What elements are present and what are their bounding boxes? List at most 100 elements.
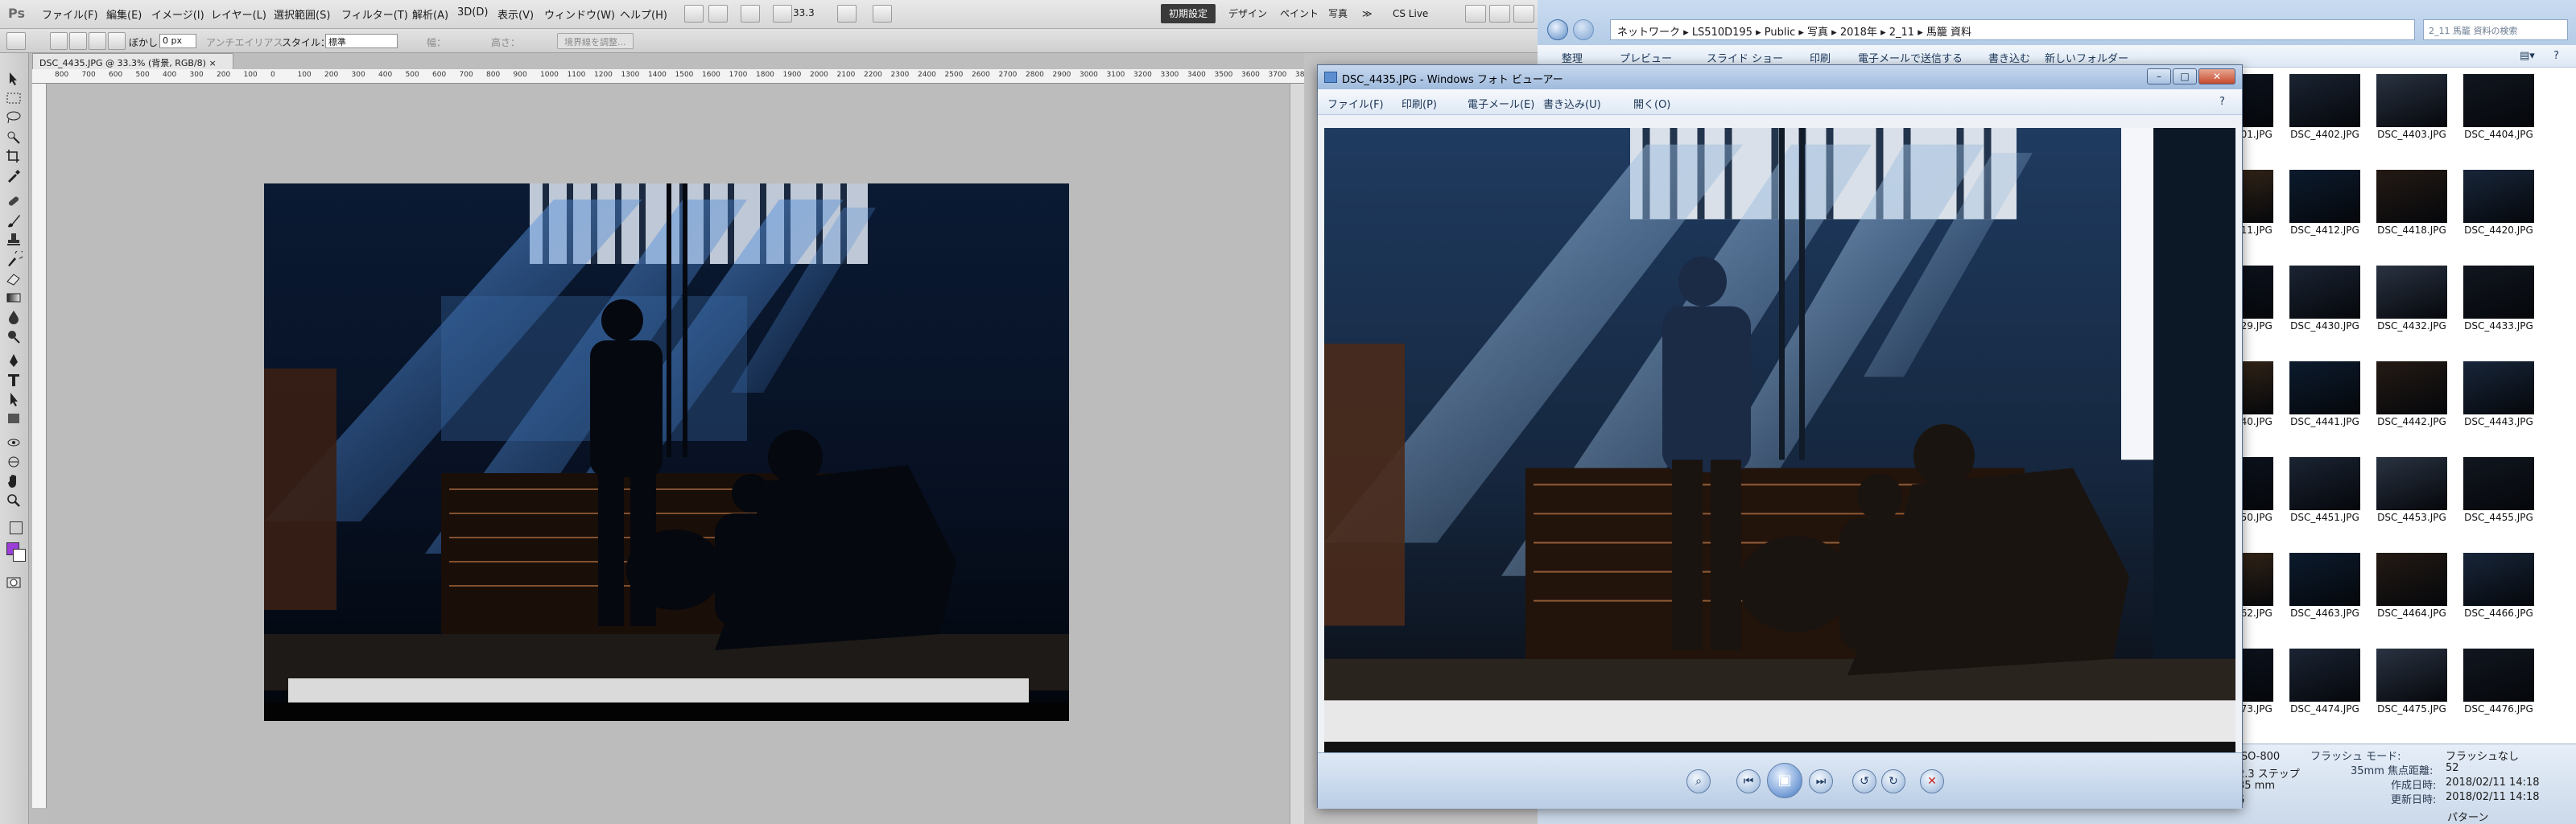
search-input[interactable]: 2_11 馬籠 資料の検索 (2423, 19, 2568, 40)
file-grid[interactable]: DSC_4401.JPGDSC_4402.JPGDSC_4403.JPGDSC_… (2202, 68, 2576, 810)
close-tab-icon[interactable]: × (208, 58, 216, 68)
file-thumbnail[interactable]: DSC_4404.JPG (2460, 71, 2541, 164)
minimize-icon[interactable] (1465, 5, 1486, 23)
breadcrumb-3[interactable]: 写真 (1807, 27, 1828, 39)
file-thumbnail[interactable]: DSC_4420.JPG (2460, 167, 2541, 260)
workspace-design[interactable]: デザイン (1220, 4, 1275, 23)
zoom-tool-icon[interactable] (5, 492, 24, 510)
file-thumbnail[interactable]: DSC_4451.JPG (2286, 454, 2367, 547)
back-icon[interactable] (1547, 19, 1568, 40)
shape-tool-icon[interactable] (5, 410, 24, 428)
ps-canvas-area[interactable] (47, 84, 1304, 824)
document-tab[interactable]: DSC_4435.JPG @ 33.3% (背景, RGB/8) × (32, 53, 233, 69)
bridge-icon[interactable] (684, 5, 704, 23)
menu-analysis[interactable]: 解析(A) (412, 6, 448, 22)
menu-view[interactable]: 表示(V) (497, 6, 534, 22)
pen-tool-icon[interactable] (5, 352, 24, 370)
viewer-help-icon[interactable]: ? (2219, 96, 2225, 108)
screen-mode-icon[interactable] (873, 5, 892, 23)
viewer-menu-email[interactable]: 電子メール(E) (1468, 96, 1534, 111)
cmd-print[interactable]: 印刷 (1810, 50, 1831, 65)
breadcrumb-2[interactable]: Public (1765, 27, 1795, 39)
rotate-ccw-icon[interactable]: ↺ (1852, 769, 1876, 793)
file-thumbnail[interactable]: DSC_4433.JPG (2460, 262, 2541, 356)
menu-select[interactable]: 選択範囲(S) (274, 6, 330, 22)
address-bar[interactable]: ネットワーク ▸ LS510D195 ▸ Public ▸ 写真 ▸ 2018年… (1610, 19, 2415, 40)
delete-icon[interactable]: ✕ (1920, 769, 1944, 793)
viewer-menu-file[interactable]: ファイル(F) (1327, 96, 1384, 111)
brush-tool-icon[interactable] (5, 212, 24, 230)
style-select[interactable]: 標準 (325, 34, 398, 48)
file-thumbnail[interactable]: DSC_4475.JPG (2373, 645, 2454, 739)
marquee-tool-icon[interactable] (5, 90, 24, 108)
cmd-preview[interactable]: プレビュー (1620, 50, 1672, 65)
clone-stamp-tool-icon[interactable] (5, 232, 24, 249)
file-thumbnail[interactable]: DSC_4403.JPG (2373, 71, 2454, 164)
forward-icon[interactable] (1573, 19, 1594, 40)
help-icon[interactable]: ? (2553, 50, 2559, 62)
file-thumbnail[interactable]: DSC_4455.JPG (2460, 454, 2541, 547)
healing-brush-tool-icon[interactable] (5, 193, 24, 211)
refine-edge-button[interactable]: 境界線を調整... (557, 33, 634, 49)
3d-rotate-tool-icon[interactable] (5, 435, 24, 452)
menu-filter[interactable]: フィルター(T) (341, 6, 408, 22)
add-selection-icon[interactable] (69, 32, 87, 50)
previous-icon[interactable]: ⏮ (1736, 769, 1761, 793)
cmd-email[interactable]: 電子メールで送信する (1858, 50, 1963, 65)
close-icon[interactable] (1513, 5, 1534, 23)
restore-icon[interactable] (1489, 5, 1510, 23)
breadcrumb-6[interactable]: 馬籠 (1926, 27, 1947, 39)
workspace-photo[interactable]: 写真 (1320, 4, 1356, 23)
default-colors-icon[interactable] (10, 521, 23, 534)
path-select-tool-icon[interactable] (5, 391, 24, 409)
workspace-essentials[interactable]: 初期設定 (1161, 4, 1216, 23)
antialias-checkbox[interactable]: アンチエイリアス (206, 35, 283, 49)
breadcrumb-4[interactable]: 2018年 (1840, 27, 1877, 39)
menu-image[interactable]: イメージ(I) (151, 6, 204, 22)
quick-select-tool-icon[interactable] (5, 129, 24, 146)
breadcrumb-5[interactable]: 2_11 (1889, 27, 1914, 39)
dodge-tool-icon[interactable] (5, 328, 24, 346)
file-thumbnail[interactable]: DSC_4466.JPG (2460, 550, 2541, 643)
file-thumbnail[interactable]: DSC_4453.JPG (2373, 454, 2454, 547)
eyedropper-tool-icon[interactable] (5, 167, 24, 185)
menu-layer[interactable]: レイヤー(L) (211, 6, 266, 22)
eraser-tool-icon[interactable] (5, 270, 24, 288)
menu-3d[interactable]: 3D(D) (457, 6, 488, 19)
menu-file[interactable]: ファイル(F) (42, 6, 98, 22)
new-selection-icon[interactable] (50, 32, 68, 50)
gradient-tool-icon[interactable] (5, 290, 24, 307)
intersect-selection-icon[interactable] (108, 32, 126, 50)
hand-tool-icon[interactable] (5, 473, 24, 491)
file-thumbnail[interactable]: DSC_4463.JPG (2286, 550, 2367, 643)
canvas-vertical-scrollbar[interactable] (1290, 84, 1304, 824)
viewer-menu-open[interactable]: 開く(O) (1633, 96, 1670, 111)
viewer-image[interactable] (1324, 128, 2235, 772)
file-thumbnail[interactable]: DSC_4432.JPG (2373, 262, 2454, 356)
view-options-icon[interactable]: ▤▾ (2520, 50, 2535, 62)
viewer-minimize-icon[interactable]: – (2147, 68, 2171, 84)
cmd-burn[interactable]: 書き込む (1988, 50, 2030, 65)
menu-help[interactable]: ヘルプ(H) (620, 6, 667, 22)
move-tool-icon[interactable] (5, 71, 24, 89)
quick-mask-icon[interactable] (5, 575, 24, 592)
breadcrumb-1[interactable]: LS510D195 (1692, 27, 1752, 39)
file-thumbnail[interactable]: DSC_4412.JPG (2286, 167, 2367, 260)
menu-edit[interactable]: 編集(E) (106, 6, 142, 22)
feather-input[interactable]: 0 px (159, 34, 196, 48)
viewer-close-icon[interactable]: ✕ (2198, 68, 2235, 84)
file-thumbnail[interactable]: DSC_4474.JPG (2286, 645, 2367, 739)
file-thumbnail[interactable]: DSC_4441.JPG (2286, 358, 2367, 451)
cmd-slideshow[interactable]: スライド ショー (1707, 50, 1783, 65)
lasso-tool-icon[interactable] (5, 109, 24, 127)
type-tool-icon[interactable] (5, 372, 24, 389)
breadcrumb-7[interactable]: 資料 (1951, 27, 1971, 39)
file-thumbnail[interactable]: DSC_4430.JPG (2286, 262, 2367, 356)
viewer-menu-print[interactable]: 印刷(P) (1402, 96, 1437, 111)
workspace-paint[interactable]: ペイント (1272, 4, 1327, 23)
marquee-preset-icon[interactable] (6, 32, 26, 50)
cmd-new-folder[interactable]: 新しいフォルダー (2045, 50, 2128, 65)
subtract-selection-icon[interactable] (89, 32, 106, 50)
file-thumbnail[interactable]: DSC_4443.JPG (2460, 358, 2541, 451)
cmd-organize[interactable]: 整理 (1562, 50, 1583, 65)
